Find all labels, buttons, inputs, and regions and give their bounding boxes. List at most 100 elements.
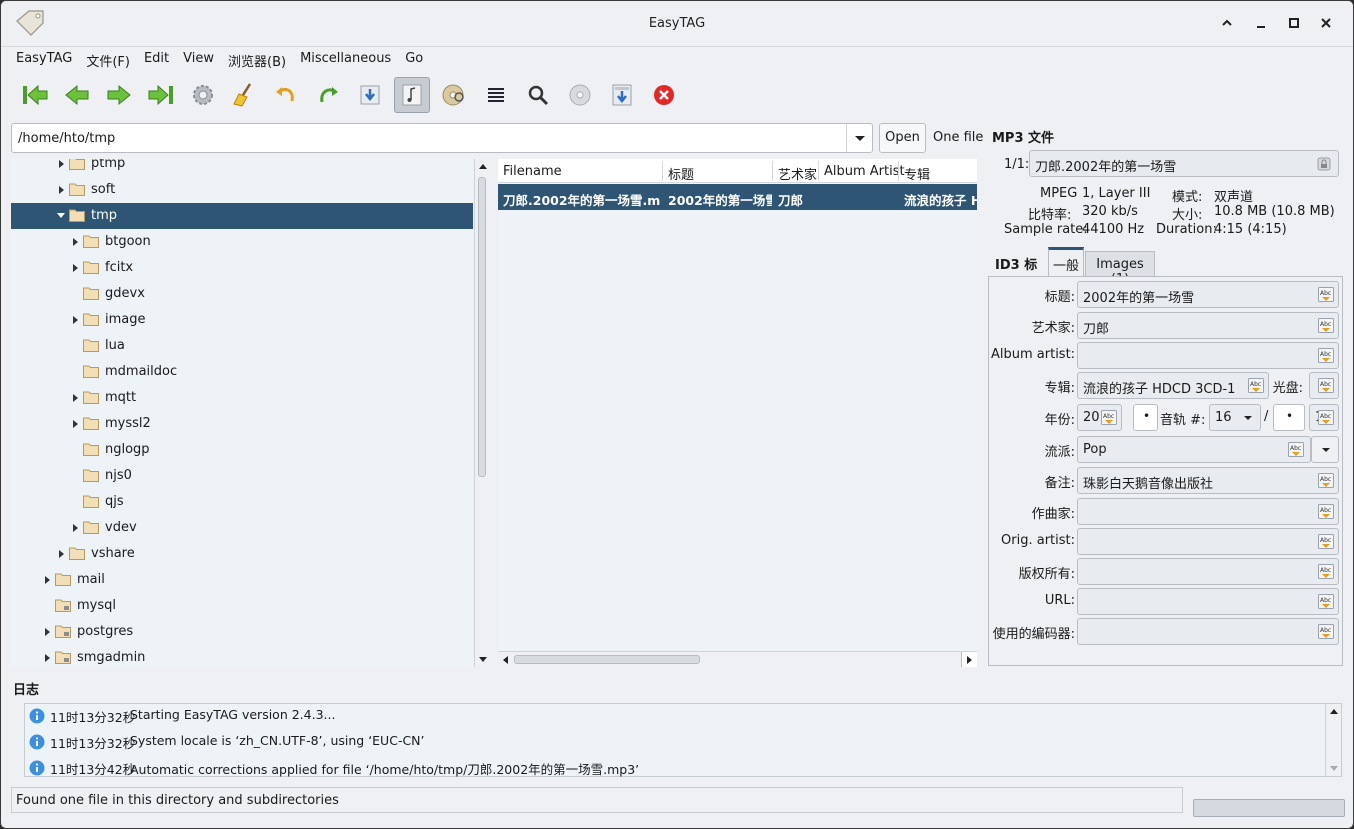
- save-all-button[interactable]: [604, 77, 640, 113]
- tree-item-vshare[interactable]: vshare: [11, 541, 473, 567]
- playlist-button[interactable]: [478, 77, 514, 113]
- close-button[interactable]: [1315, 13, 1337, 35]
- first-file-button[interactable]: [17, 77, 53, 113]
- tree-scrollbar[interactable]: [474, 159, 491, 667]
- menu-miscellaneous[interactable]: Miscellaneous: [293, 47, 398, 71]
- path-combobox[interactable]: /home/hto/tmp: [11, 123, 873, 153]
- menu-view[interactable]: View: [176, 47, 221, 71]
- filename-entry[interactable]: 刀郎.2002年的第一场雪: [1029, 150, 1339, 177]
- expander-closed-icon[interactable]: [43, 627, 51, 637]
- path-dropdown-button[interactable]: [846, 124, 872, 152]
- abc-case-icon[interactable]: Abc: [1318, 594, 1334, 609]
- file-list-hscrollbar[interactable]: [498, 651, 977, 667]
- abc-case-icon[interactable]: Abc: [1318, 534, 1334, 549]
- tree-item-gdevx[interactable]: gdevx: [11, 281, 473, 307]
- cddb-search-button[interactable]: [436, 77, 472, 113]
- expander-closed-icon[interactable]: [71, 237, 79, 247]
- menu-edit[interactable]: Edit: [137, 47, 176, 71]
- search-button[interactable]: [520, 77, 556, 113]
- genre-field[interactable]: Pop Abc: [1077, 436, 1311, 463]
- tab-images[interactable]: Images (1): [1085, 251, 1155, 287]
- path-input[interactable]: /home/hto/tmp: [18, 131, 115, 146]
- shade-button[interactable]: [1216, 13, 1238, 35]
- tree-item-image[interactable]: image: [11, 307, 473, 333]
- tree-item-soft[interactable]: soft: [11, 177, 473, 203]
- scroll-left-arrow-icon[interactable]: [501, 655, 509, 665]
- tree-item-vdev[interactable]: vdev: [11, 515, 473, 541]
- tree-item-njs0[interactable]: njs0: [11, 463, 473, 489]
- undo-button[interactable]: [268, 77, 304, 113]
- chevron-down-icon[interactable]: [1242, 412, 1254, 424]
- column-album-artist[interactable]: Album Artist: [824, 164, 905, 179]
- track-total-field[interactable]: •: [1273, 404, 1305, 431]
- column-title[interactable]: 标题: [668, 164, 694, 183]
- file-list-hscroll-thumb[interactable]: [514, 655, 700, 664]
- tree-item-nglogp[interactable]: nglogp: [11, 437, 473, 463]
- expander-closed-icon[interactable]: [43, 575, 51, 585]
- artist-field[interactable]: 刀郎 Abc: [1077, 312, 1339, 339]
- menu-go[interactable]: Go: [398, 47, 430, 71]
- menu-easytag[interactable]: EasyTAG: [9, 47, 79, 71]
- abc-case-icon[interactable]: Abc: [1288, 442, 1304, 457]
- comment-field[interactable]: 珠影白天鹅音像出版社 Abc: [1077, 467, 1339, 494]
- year-apply-button[interactable]: •: [1133, 404, 1158, 431]
- abc-case-icon[interactable]: Abc: [1318, 410, 1334, 425]
- tab-general[interactable]: 一般: [1048, 247, 1084, 277]
- maximize-button[interactable]: [1283, 13, 1305, 35]
- expander-closed-icon[interactable]: [43, 653, 51, 663]
- genre-dropdown-button[interactable]: [1311, 436, 1339, 463]
- abc-case-icon[interactable]: Abc: [1318, 504, 1334, 519]
- tree-item-smgadmin[interactable]: smgadmin: [11, 645, 473, 667]
- disc-field[interactable]: Abc: [1309, 372, 1339, 399]
- menu-file[interactable]: 文件(F): [79, 47, 137, 71]
- tree-item-ptmp[interactable]: ptmp: [11, 159, 473, 177]
- abc-case-icon[interactable]: Abc: [1248, 378, 1264, 393]
- menu-browser[interactable]: 浏览器(B): [221, 47, 293, 71]
- tree-item-lua[interactable]: lua: [11, 333, 473, 359]
- track-field[interactable]: 16: [1209, 404, 1261, 431]
- year-field[interactable]: 201 Abc: [1077, 404, 1122, 431]
- column-filename[interactable]: Filename: [503, 164, 562, 179]
- abc-case-icon[interactable]: Abc: [1318, 564, 1334, 579]
- expander-closed-icon[interactable]: [57, 549, 65, 559]
- album-field[interactable]: 流浪的孩子 HDCD 3CD-1 Abc: [1077, 372, 1269, 399]
- encoder-field[interactable]: Abc: [1077, 618, 1339, 645]
- orig-artist-field[interactable]: Abc: [1077, 528, 1339, 555]
- tree-item-myssl2[interactable]: myssl2: [11, 411, 473, 437]
- tree-item-mysql[interactable]: mysql: [11, 593, 473, 619]
- expander-closed-icon[interactable]: [57, 159, 65, 169]
- view-mode-toggle-button[interactable]: [394, 77, 430, 113]
- redo-button[interactable]: [310, 77, 346, 113]
- composer-field[interactable]: Abc: [1077, 498, 1339, 525]
- copyright-field[interactable]: Abc: [1077, 558, 1339, 585]
- cd-button[interactable]: [562, 77, 598, 113]
- tree-item-qjs[interactable]: qjs: [11, 489, 473, 515]
- remove-tags-button[interactable]: [226, 77, 262, 113]
- file-list[interactable]: Filename 标题 艺术家 Album Artist 专辑 刀郎.2002年…: [498, 159, 977, 667]
- expander-closed-icon[interactable]: [71, 315, 79, 325]
- url-field[interactable]: Abc: [1077, 588, 1339, 615]
- tree-item-tmp[interactable]: tmp: [11, 203, 473, 229]
- tree-item-fcitx[interactable]: fcitx: [11, 255, 473, 281]
- log-view[interactable]: 11时13分32秒 Starting EasyTAG version 2.4.3.…: [24, 703, 1342, 777]
- tree-item-mail[interactable]: mail: [11, 567, 473, 593]
- abc-case-icon[interactable]: Abc: [1318, 624, 1334, 639]
- abc-case-icon[interactable]: Abc: [1318, 473, 1334, 488]
- scroll-right-button[interactable]: [961, 652, 977, 667]
- last-file-button[interactable]: [143, 77, 179, 113]
- scan-files-button[interactable]: [185, 77, 221, 113]
- expander-open-icon[interactable]: [57, 211, 65, 221]
- stop-button[interactable]: [646, 77, 682, 113]
- expander-closed-icon[interactable]: [71, 523, 79, 533]
- tree-scrollbar-thumb[interactable]: [478, 177, 486, 477]
- abc-case-icon[interactable]: Abc: [1318, 348, 1334, 363]
- abc-case-icon[interactable]: Abc: [1318, 378, 1334, 393]
- open-button[interactable]: Open: [879, 123, 926, 153]
- directory-tree[interactable]: ptmp soft tmp btgoon fcitx gdevx image lua mdmai…: [11, 159, 473, 667]
- next-file-button[interactable]: [101, 77, 137, 113]
- lock-icon[interactable]: [1316, 156, 1332, 172]
- column-album[interactable]: 专辑: [904, 164, 930, 183]
- album-artist-field[interactable]: Abc: [1077, 342, 1339, 369]
- previous-file-button[interactable]: [59, 77, 95, 113]
- expander-closed-icon[interactable]: [71, 393, 79, 403]
